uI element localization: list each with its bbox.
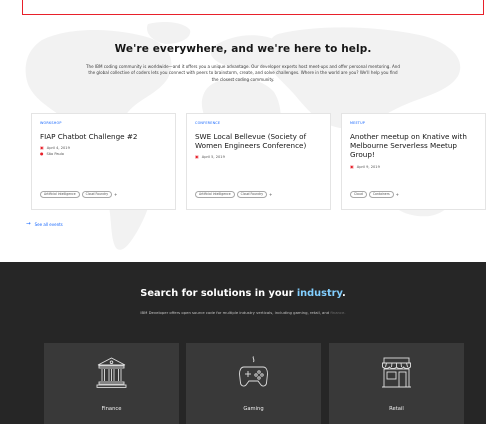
- event-date-text: April 5, 2019: [201, 155, 225, 160]
- event-date: ▣ April 5, 2019: [195, 154, 322, 160]
- industry-description-fade: finance.: [330, 310, 346, 315]
- industry-section: Search for solutions in your industry. I…: [0, 262, 486, 424]
- event-cards: Workshop FIAP Chatbot Challenge #2 ▣ Apr…: [31, 113, 486, 210]
- event-tags: Cloud Containers +: [350, 190, 399, 198]
- see-all-events-link[interactable]: → See all events: [26, 221, 63, 227]
- event-tag[interactable]: Containers: [368, 190, 394, 198]
- event-type: Workshop: [40, 121, 62, 125]
- section-description: The IBM coding community is worldwide—an…: [86, 64, 400, 82]
- event-title[interactable]: Another meetup on Knative with Melbourne…: [350, 132, 477, 160]
- more-tags-button[interactable]: +: [269, 192, 272, 197]
- see-all-events-label: See all events: [34, 221, 63, 227]
- event-type: Meetup: [350, 121, 366, 125]
- event-tag[interactable]: Cloud Foundry: [236, 190, 268, 198]
- industry-title-accent: industry: [296, 288, 342, 299]
- industry-tile-retail[interactable]: Retail: [329, 343, 464, 424]
- event-card[interactable]: Meetup Another meetup on Knative with Me…: [341, 113, 486, 210]
- event-title[interactable]: FIAP Chatbot Challenge #2: [40, 132, 167, 141]
- industry-tile-finance[interactable]: Finance: [44, 343, 179, 424]
- top-strip: [0, 0, 486, 16]
- industry-title: Search for solutions in your industry.: [0, 288, 486, 299]
- more-tags-button[interactable]: +: [396, 192, 399, 197]
- event-tags: Artificial intelligence Cloud Foundry +: [195, 190, 272, 198]
- industry-description-text: IBM Developer offers open source code fo…: [140, 310, 331, 315]
- event-title[interactable]: SWE Local Bellevue (Society of Women Eng…: [195, 132, 322, 150]
- highlight-box: [22, 0, 484, 15]
- event-location-text: São Paulo: [46, 152, 65, 157]
- section-headline: We're everywhere, and we're here to help…: [114, 43, 372, 55]
- industry-title-suffix: .: [341, 288, 346, 299]
- event-tag[interactable]: Cloud: [350, 190, 367, 198]
- industry-tile-label: Retail: [389, 406, 404, 412]
- industry-tiles: Finance Gaming Retail: [44, 343, 464, 424]
- event-tag[interactable]: Cloud Foundry: [81, 190, 113, 198]
- storefront-icon: [382, 357, 411, 388]
- event-tag[interactable]: Artificial intelligence: [195, 190, 235, 198]
- industry-tile-label: Gaming: [243, 406, 264, 412]
- industry-tile-gaming[interactable]: Gaming: [186, 343, 321, 424]
- gamepad-icon: [239, 356, 268, 387]
- more-tags-button[interactable]: +: [114, 192, 117, 197]
- event-date: ▣ April 9, 2019: [350, 164, 477, 170]
- calendar-icon: ▣: [195, 154, 199, 160]
- event-date-text: April 9, 2019: [356, 164, 380, 169]
- location-pin-icon: ●: [40, 151, 44, 157]
- industry-description: IBM Developer offers open source code fo…: [0, 310, 486, 315]
- event-tags: Artificial intelligence Cloud Foundry +: [40, 190, 117, 198]
- industry-tile-label: Finance: [101, 406, 122, 412]
- event-tag[interactable]: Artificial intelligence: [40, 190, 80, 198]
- event-card[interactable]: Conference SWE Local Bellevue (Society o…: [186, 113, 331, 210]
- industry-title-prefix: Search for solutions in your: [140, 288, 297, 299]
- arrow-right-icon: →: [26, 221, 31, 227]
- event-location: ● São Paulo: [40, 151, 167, 157]
- bank-icon: [96, 357, 127, 388]
- events-section: We're everywhere, and we're here to help…: [0, 16, 486, 262]
- calendar-icon: ▣: [350, 163, 354, 169]
- event-card[interactable]: Workshop FIAP Chatbot Challenge #2 ▣ Apr…: [31, 113, 176, 210]
- event-type: Conference: [195, 121, 221, 125]
